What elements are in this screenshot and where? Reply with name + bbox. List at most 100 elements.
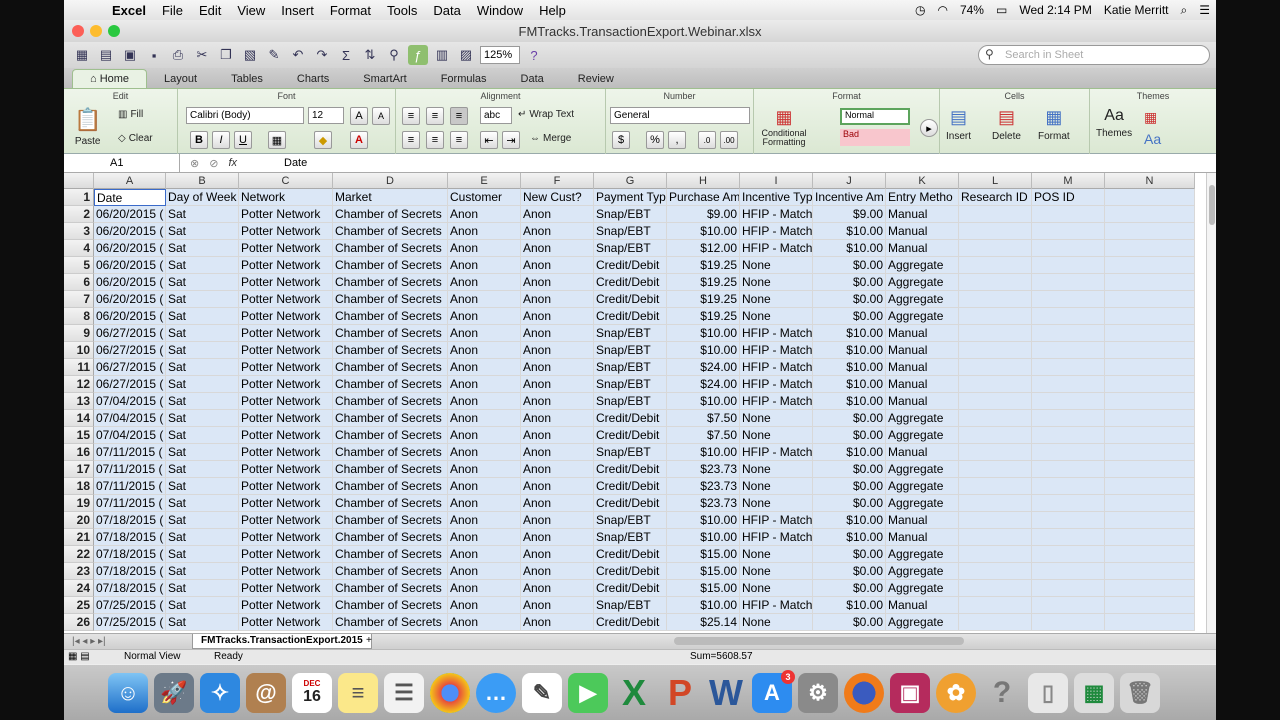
column-header[interactable]: E — [448, 173, 521, 189]
cell[interactable]: $10.00 — [813, 393, 886, 410]
cell[interactable]: HFIP - Match — [740, 512, 813, 529]
cell[interactable]: 07/04/2015 ( — [94, 427, 166, 444]
battery-icon[interactable]: ▭ — [990, 3, 1013, 17]
cell[interactable]: Sat — [166, 478, 239, 495]
column-header[interactable]: C — [239, 173, 333, 189]
cell[interactable]: $0.00 — [813, 614, 886, 631]
paste-icon[interactable]: ▧ — [240, 45, 260, 65]
align-center-icon[interactable]: ≡ — [426, 131, 444, 149]
row-header[interactable]: 9 — [64, 325, 94, 342]
cell[interactable]: Anon — [521, 563, 594, 580]
delete-cells-button[interactable]: ▤ Delete — [992, 107, 1021, 142]
cell[interactable]: Chamber of Secrets — [333, 291, 448, 308]
cell[interactable]: None — [740, 291, 813, 308]
cell[interactable]: $19.25 — [667, 257, 740, 274]
cell[interactable]: None — [740, 614, 813, 631]
photo-booth-icon[interactable]: ▣ — [890, 672, 930, 713]
cell[interactable]: Anon — [448, 427, 521, 444]
cell[interactable] — [1105, 410, 1195, 427]
cell[interactable]: None — [740, 580, 813, 597]
cell[interactable]: Aggregate — [886, 308, 959, 325]
textedit-icon[interactable]: ✎ — [522, 672, 562, 713]
select-all-corner[interactable] — [64, 173, 94, 189]
cell[interactable]: Anon — [448, 546, 521, 563]
cell[interactable]: Aggregate — [886, 427, 959, 444]
cell[interactable]: Anon — [448, 257, 521, 274]
cell[interactable]: HFIP - Match — [740, 597, 813, 614]
row-header[interactable]: 10 — [64, 342, 94, 359]
row-header[interactable]: 4 — [64, 240, 94, 257]
cell[interactable]: Sat — [166, 240, 239, 257]
cell[interactable]: Chamber of Secrets — [333, 614, 448, 631]
cell[interactable]: $0.00 — [813, 308, 886, 325]
cell[interactable] — [1105, 580, 1195, 597]
safari-icon[interactable]: ✧ — [200, 672, 240, 713]
cell[interactable]: 07/11/2015 ( — [94, 495, 166, 512]
cell[interactable] — [959, 427, 1032, 444]
cell[interactable]: Credit/Debit — [594, 410, 667, 427]
cell[interactable]: 07/25/2015 ( — [94, 597, 166, 614]
sort-icon[interactable]: ⇅ — [360, 45, 380, 65]
battery-level[interactable]: 74% — [954, 3, 990, 17]
cell[interactable]: Anon — [521, 427, 594, 444]
cell[interactable]: $10.00 — [667, 393, 740, 410]
cell[interactable] — [959, 240, 1032, 257]
tab-charts[interactable]: Charts — [280, 70, 346, 88]
cell[interactable]: Aggregate — [886, 614, 959, 631]
cell[interactable]: Chamber of Secrets — [333, 376, 448, 393]
menu-help[interactable]: Help — [531, 3, 574, 18]
cell[interactable]: Aggregate — [886, 495, 959, 512]
cell[interactable]: 07/18/2015 ( — [94, 580, 166, 597]
cell[interactable]: New Cust? — [521, 189, 594, 206]
open-icon[interactable]: ▣ — [120, 45, 140, 65]
cell[interactable]: None — [740, 257, 813, 274]
cell[interactable]: Snap/EBT — [594, 529, 667, 546]
menu-data[interactable]: Data — [425, 3, 468, 18]
cell[interactable]: 06/27/2015 ( — [94, 325, 166, 342]
spotlight-icon[interactable]: ⌕ — [1175, 3, 1194, 18]
help-viewer-icon[interactable]: ? — [982, 673, 1022, 713]
cell[interactable]: Potter Network — [239, 223, 333, 240]
cell[interactable]: Potter Network — [239, 410, 333, 427]
cell[interactable] — [959, 308, 1032, 325]
row-header[interactable]: 24 — [64, 580, 94, 597]
cell[interactable]: Potter Network — [239, 597, 333, 614]
cell[interactable]: $0.00 — [813, 495, 886, 512]
row-header[interactable]: 11 — [64, 359, 94, 376]
cell[interactable]: Sat — [166, 359, 239, 376]
cell[interactable] — [1105, 291, 1195, 308]
cell[interactable]: Sat — [166, 529, 239, 546]
cell[interactable] — [959, 393, 1032, 410]
cell[interactable]: Potter Network — [239, 529, 333, 546]
cell[interactable]: Anon — [448, 342, 521, 359]
cell[interactable]: $24.00 — [667, 376, 740, 393]
decrease-decimal-icon[interactable]: .00 — [720, 131, 738, 149]
style-bad[interactable]: Bad — [840, 129, 910, 146]
cell[interactable]: Anon — [448, 461, 521, 478]
cell[interactable] — [1032, 410, 1105, 427]
cell[interactable]: Anon — [521, 444, 594, 461]
cell[interactable]: 07/25/2015 ( — [94, 614, 166, 631]
cell[interactable]: Chamber of Secrets — [333, 359, 448, 376]
cell[interactable]: Aggregate — [886, 546, 959, 563]
cell[interactable] — [959, 478, 1032, 495]
cell[interactable]: Snap/EBT — [594, 597, 667, 614]
cell[interactable]: Aggregate — [886, 257, 959, 274]
underline-button[interactable]: U — [234, 131, 252, 149]
app-store-icon[interactable]: A3 — [752, 669, 795, 713]
cell[interactable]: Anon — [521, 376, 594, 393]
cell[interactable]: Day of Week — [166, 189, 239, 206]
cell[interactable]: Sat — [166, 342, 239, 359]
cell[interactable] — [959, 512, 1032, 529]
cell[interactable]: Chamber of Secrets — [333, 274, 448, 291]
cell[interactable]: Potter Network — [239, 291, 333, 308]
cell[interactable]: Anon — [448, 325, 521, 342]
cell[interactable]: $23.73 — [667, 495, 740, 512]
cell[interactable]: 06/20/2015 ( — [94, 206, 166, 223]
calendar-icon[interactable]: DEC 16 — [292, 672, 332, 713]
cell[interactable]: Anon — [448, 274, 521, 291]
cell[interactable]: Anon — [521, 291, 594, 308]
cell[interactable]: $0.00 — [813, 546, 886, 563]
cell[interactable] — [1105, 444, 1195, 461]
cell[interactable]: Potter Network — [239, 359, 333, 376]
